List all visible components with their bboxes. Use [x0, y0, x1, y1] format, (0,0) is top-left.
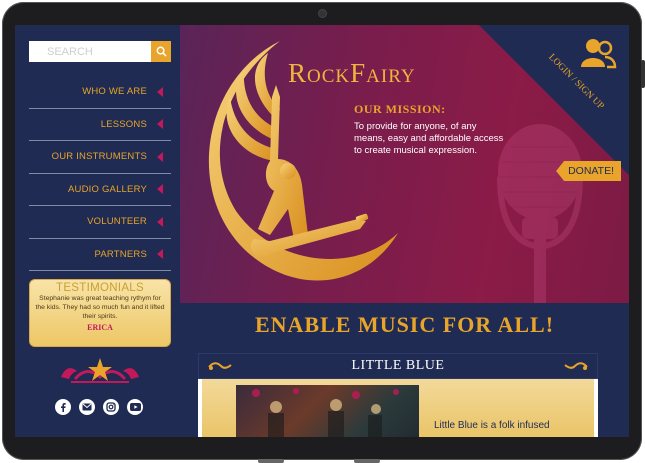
caret-left-icon: [157, 119, 163, 130]
left-flourish-icon: [208, 362, 232, 370]
search-button[interactable]: [151, 41, 171, 62]
nav-item-volunteer[interactable]: VOLUNTEER: [29, 206, 171, 239]
nav-item-label: WHO WE ARE: [82, 86, 147, 98]
youtube-icon[interactable]: [127, 399, 143, 415]
camera-icon: [318, 9, 327, 18]
caret-left-icon: [157, 216, 163, 227]
nav-item-label: LESSONS: [100, 118, 147, 130]
band-photo[interactable]: [236, 385, 419, 437]
featured-card-title[interactable]: LITTLE BLUE: [352, 358, 445, 374]
mission-title: OUR MISSION:: [354, 102, 446, 116]
donate-button[interactable]: DONATE!: [556, 161, 621, 181]
main-content: RockFairy LOGIN / SIGN UP OUR MISSION: T…: [180, 25, 629, 437]
slogan-text: ENABLE MUSIC FOR ALL!: [254, 312, 555, 337]
testimonial-title: TESTIMONIALS: [56, 282, 144, 294]
caret-left-icon: [157, 86, 163, 97]
nav-item-label: VOLUNTEER: [87, 216, 147, 228]
caret-left-icon: [157, 151, 163, 162]
caret-left-icon: [157, 249, 163, 260]
nav-item-label: AUDIO GALLERY: [68, 183, 147, 195]
featured-card-text: Little Blue is a folk infused: [434, 420, 550, 431]
nav-item-who-we-are[interactable]: WHO WE ARE: [29, 76, 171, 109]
nav-item-partners[interactable]: PARTNERS: [29, 239, 171, 271]
email-icon[interactable]: [79, 399, 95, 415]
users-icon[interactable]: [579, 37, 617, 71]
nav-item-label: OUR INSTRUMENTS: [51, 151, 147, 163]
tablet-device: WHO WE ARE LESSONS OUR INSTRUMENTS AUDIO…: [0, 0, 645, 463]
screen: WHO WE ARE LESSONS OUR INSTRUMENTS AUDIO…: [15, 25, 629, 437]
hero-section: RockFairy LOGIN / SIGN UP OUR MISSION: T…: [180, 25, 629, 307]
search-icon: [156, 46, 167, 57]
social-links: [55, 399, 143, 415]
search-bar: [29, 41, 171, 62]
testimonial-quote: Stephanie was great teaching rythym for …: [35, 295, 165, 320]
facebook-icon[interactable]: [55, 399, 71, 415]
caret-left-icon: [157, 184, 163, 195]
testimonial-author: ERICA: [87, 323, 113, 332]
mission-text: To provide for anyone, of any means, eas…: [354, 121, 504, 156]
instagram-icon[interactable]: [103, 399, 119, 415]
search-input[interactable]: [29, 41, 151, 62]
sidebar: WHO WE ARE LESSONS OUR INSTRUMENTS AUDIO…: [15, 25, 180, 437]
device-foot: [354, 459, 380, 463]
right-flourish-icon: [564, 362, 588, 370]
nav-item-our-instruments[interactable]: OUR INSTRUMENTS: [29, 141, 171, 174]
nav-item-label: PARTNERS: [94, 248, 147, 260]
rockfairy-logo-icon[interactable]: [57, 355, 143, 387]
band-photo-illustration: [252, 388, 399, 437]
slogan-banner: ENABLE MUSIC FOR ALL!: [180, 303, 629, 347]
site-brand-title[interactable]: RockFairy: [288, 58, 416, 89]
nav-item-lessons[interactable]: LESSONS: [29, 109, 171, 141]
side-button: [641, 60, 645, 88]
featured-card-header: LITTLE BLUE: [198, 353, 598, 379]
testimonial-card: TESTIMONIALS Stephanie was great teachin…: [29, 279, 171, 347]
main-nav: WHO WE ARE LESSONS OUR INSTRUMENTS AUDIO…: [29, 76, 171, 271]
device-foot: [258, 459, 284, 463]
nav-item-audio-gallery[interactable]: AUDIO GALLERY: [29, 174, 171, 206]
featured-card-body: Little Blue is a folk infused: [198, 379, 598, 437]
